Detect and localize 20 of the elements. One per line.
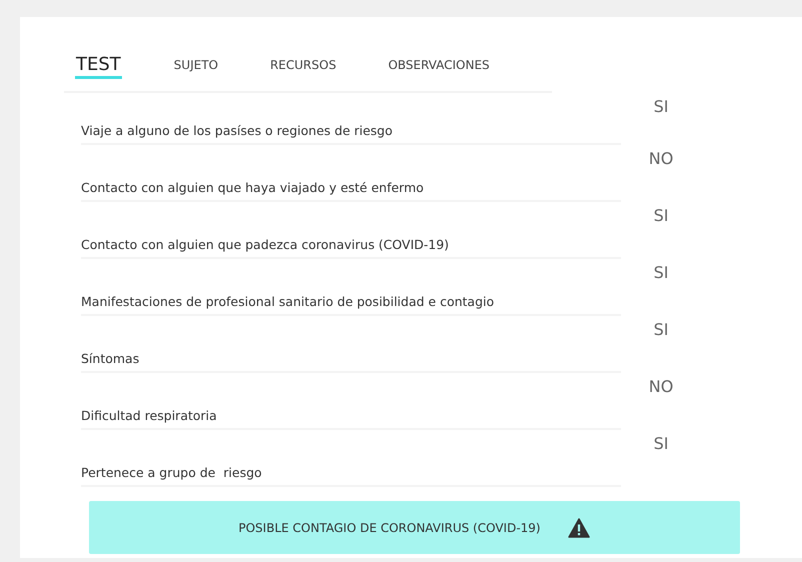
question-text: Pertenece a grupo de riesgo: [81, 465, 262, 480]
tab[interactable]: TEST: [75, 54, 122, 79]
tab[interactable]: OBSERVACIONES: [388, 58, 490, 79]
question-text: Manifestaciones de profesional sanitario de posibilidad e contagio: [81, 294, 494, 309]
question-text: Viaje a alguno de los pasíses o regiones de riesgo: [81, 123, 393, 138]
tab[interactable]: SUJETO: [174, 58, 218, 79]
warning-icon: [568, 518, 590, 538]
question-text: Síntomas: [81, 351, 140, 366]
answer-text: SI: [652, 96, 670, 118]
question-text: Contacto con alguien que padezca coronavirus (COVID-19): [81, 237, 449, 252]
answer-text: NO: [648, 148, 674, 170]
answer-text: SI: [652, 205, 670, 227]
answer-text: SI: [652, 319, 670, 341]
answer-text: NO: [648, 376, 674, 398]
tab[interactable]: RECURSOS: [270, 58, 336, 79]
alert-text: POSIBLE CONTAGIO DE CORONAVIRUS (COVID-19): [238, 520, 540, 534]
answer-text: SI: [652, 262, 670, 284]
question-text: Dificultad respiratoria: [81, 408, 217, 423]
answer-text: SI: [652, 433, 670, 455]
question-text: Contacto con alguien que haya viajado y esté enfermo: [81, 180, 424, 195]
